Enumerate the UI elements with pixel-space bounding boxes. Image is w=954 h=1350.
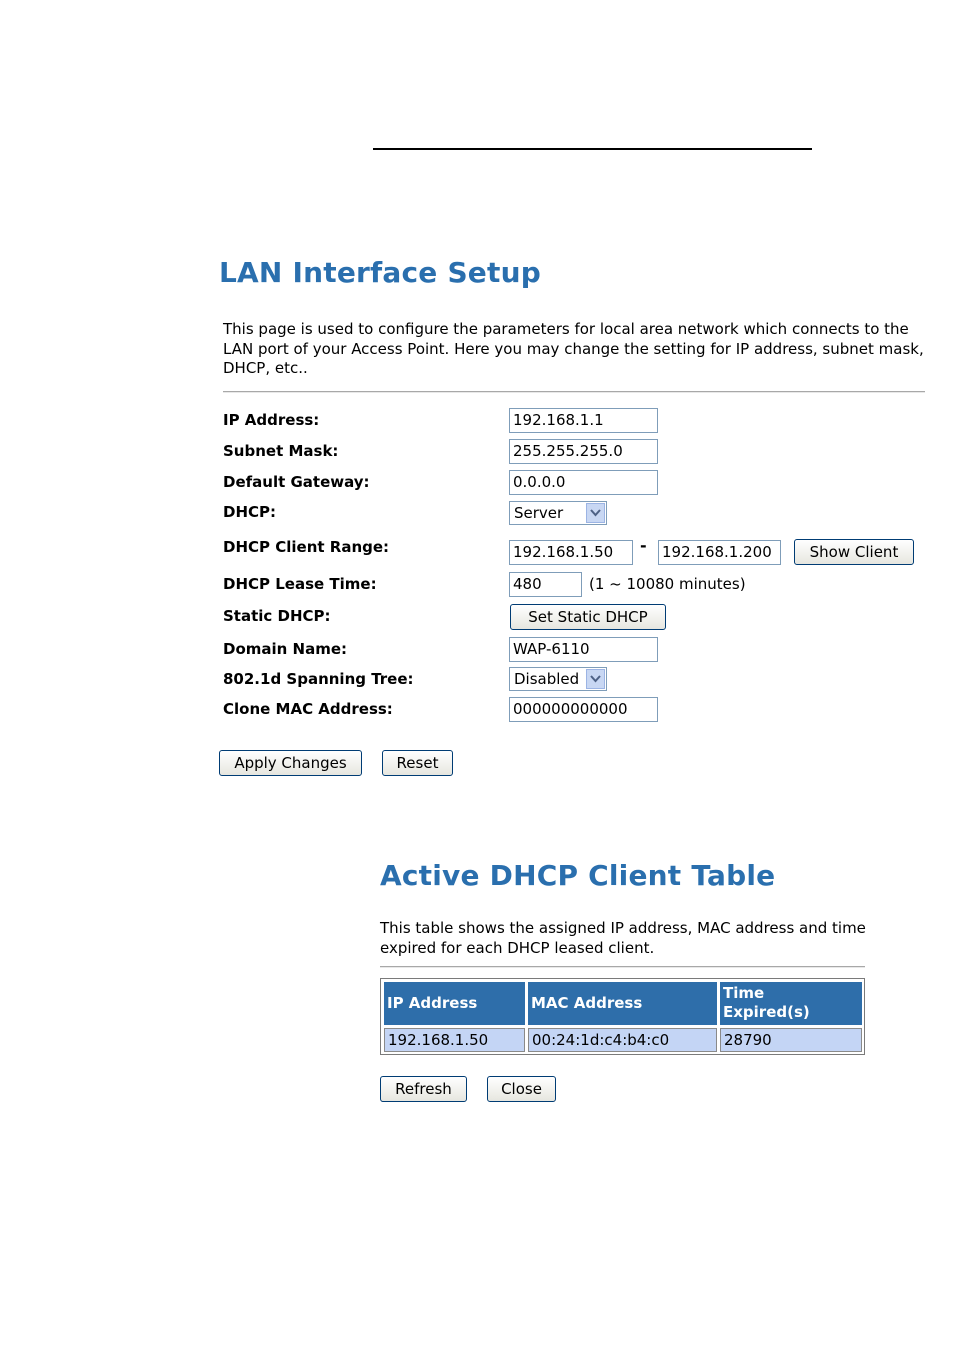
clone-mac-input[interactable]: 000000000000 — [509, 697, 658, 722]
subnet-mask-input[interactable]: 255.255.255.0 — [509, 439, 658, 464]
table-cell-mac: 00:24:1d:c4:b4:c0 — [528, 1028, 717, 1052]
domain-name-input[interactable]: WAP-6110 — [509, 637, 658, 662]
static-dhcp-label: Static DHCP: — [223, 607, 331, 625]
chevron-down-icon[interactable] — [586, 669, 605, 689]
dhcp-select-value: Server — [514, 504, 564, 522]
show-client-button[interactable]: Show Client — [794, 539, 914, 565]
spanning-tree-select-value: Disabled — [514, 670, 580, 688]
close-button[interactable]: Close — [487, 1076, 556, 1102]
lan-page-title: LAN Interface Setup — [219, 256, 541, 289]
lan-description: This page is used to configure the param… — [223, 320, 924, 377]
lan-divider — [223, 391, 925, 393]
dhcp-table-title: Active DHCP Client Table — [380, 859, 776, 892]
refresh-button[interactable]: Refresh — [380, 1076, 467, 1102]
dhcp-lease-time-input[interactable]: 480 — [509, 572, 582, 597]
dhcp-client-range-label: DHCP Client Range: — [223, 538, 390, 556]
lease-time-hint: (1 ~ 10080 minutes) — [589, 575, 746, 593]
column-header-time-line2: Expired(s) — [723, 1003, 810, 1021]
top-rule — [373, 148, 812, 150]
set-static-dhcp-button[interactable]: Set Static DHCP — [510, 604, 666, 630]
reset-button[interactable]: Reset — [382, 750, 453, 776]
chevron-down-icon[interactable] — [586, 503, 605, 523]
default-gateway-label: Default Gateway: — [223, 473, 370, 491]
clone-mac-label: Clone MAC Address: — [223, 700, 393, 718]
default-gateway-input[interactable]: 0.0.0.0 — [509, 470, 658, 495]
column-header-time: Time Expired(s) — [720, 982, 862, 1025]
table-cell-ip: 192.168.1.50 — [384, 1028, 525, 1052]
range-dash: - — [640, 536, 647, 555]
domain-name-label: Domain Name: — [223, 640, 348, 658]
dhcp-table-description: This table shows the assigned IP address… — [380, 919, 866, 957]
dhcp-lease-time-label: DHCP Lease Time: — [223, 575, 377, 593]
ip-address-input[interactable]: 192.168.1.1 — [509, 408, 658, 433]
column-header-ip: IP Address — [384, 982, 525, 1025]
dhcp-select[interactable]: Server — [509, 501, 607, 525]
dhcp-client-table: IP Address MAC Address Time Expired(s) 1… — [380, 978, 865, 1055]
dhcp-range-start-input[interactable]: 192.168.1.50 — [509, 540, 633, 565]
apply-changes-button[interactable]: Apply Changes — [219, 750, 362, 776]
dhcp-label: DHCP: — [223, 503, 277, 521]
column-header-time-line1: Time — [723, 984, 765, 1002]
spanning-tree-select[interactable]: Disabled — [509, 667, 607, 691]
subnet-mask-label: Subnet Mask: — [223, 442, 339, 460]
ip-address-label: IP Address: — [223, 411, 320, 429]
column-header-mac: MAC Address — [528, 982, 717, 1025]
spanning-tree-label: 802.1d Spanning Tree: — [223, 670, 414, 688]
dhcp-table-divider — [380, 966, 865, 968]
table-cell-time: 28790 — [720, 1028, 862, 1052]
dhcp-range-end-input[interactable]: 192.168.1.200 — [658, 540, 781, 565]
